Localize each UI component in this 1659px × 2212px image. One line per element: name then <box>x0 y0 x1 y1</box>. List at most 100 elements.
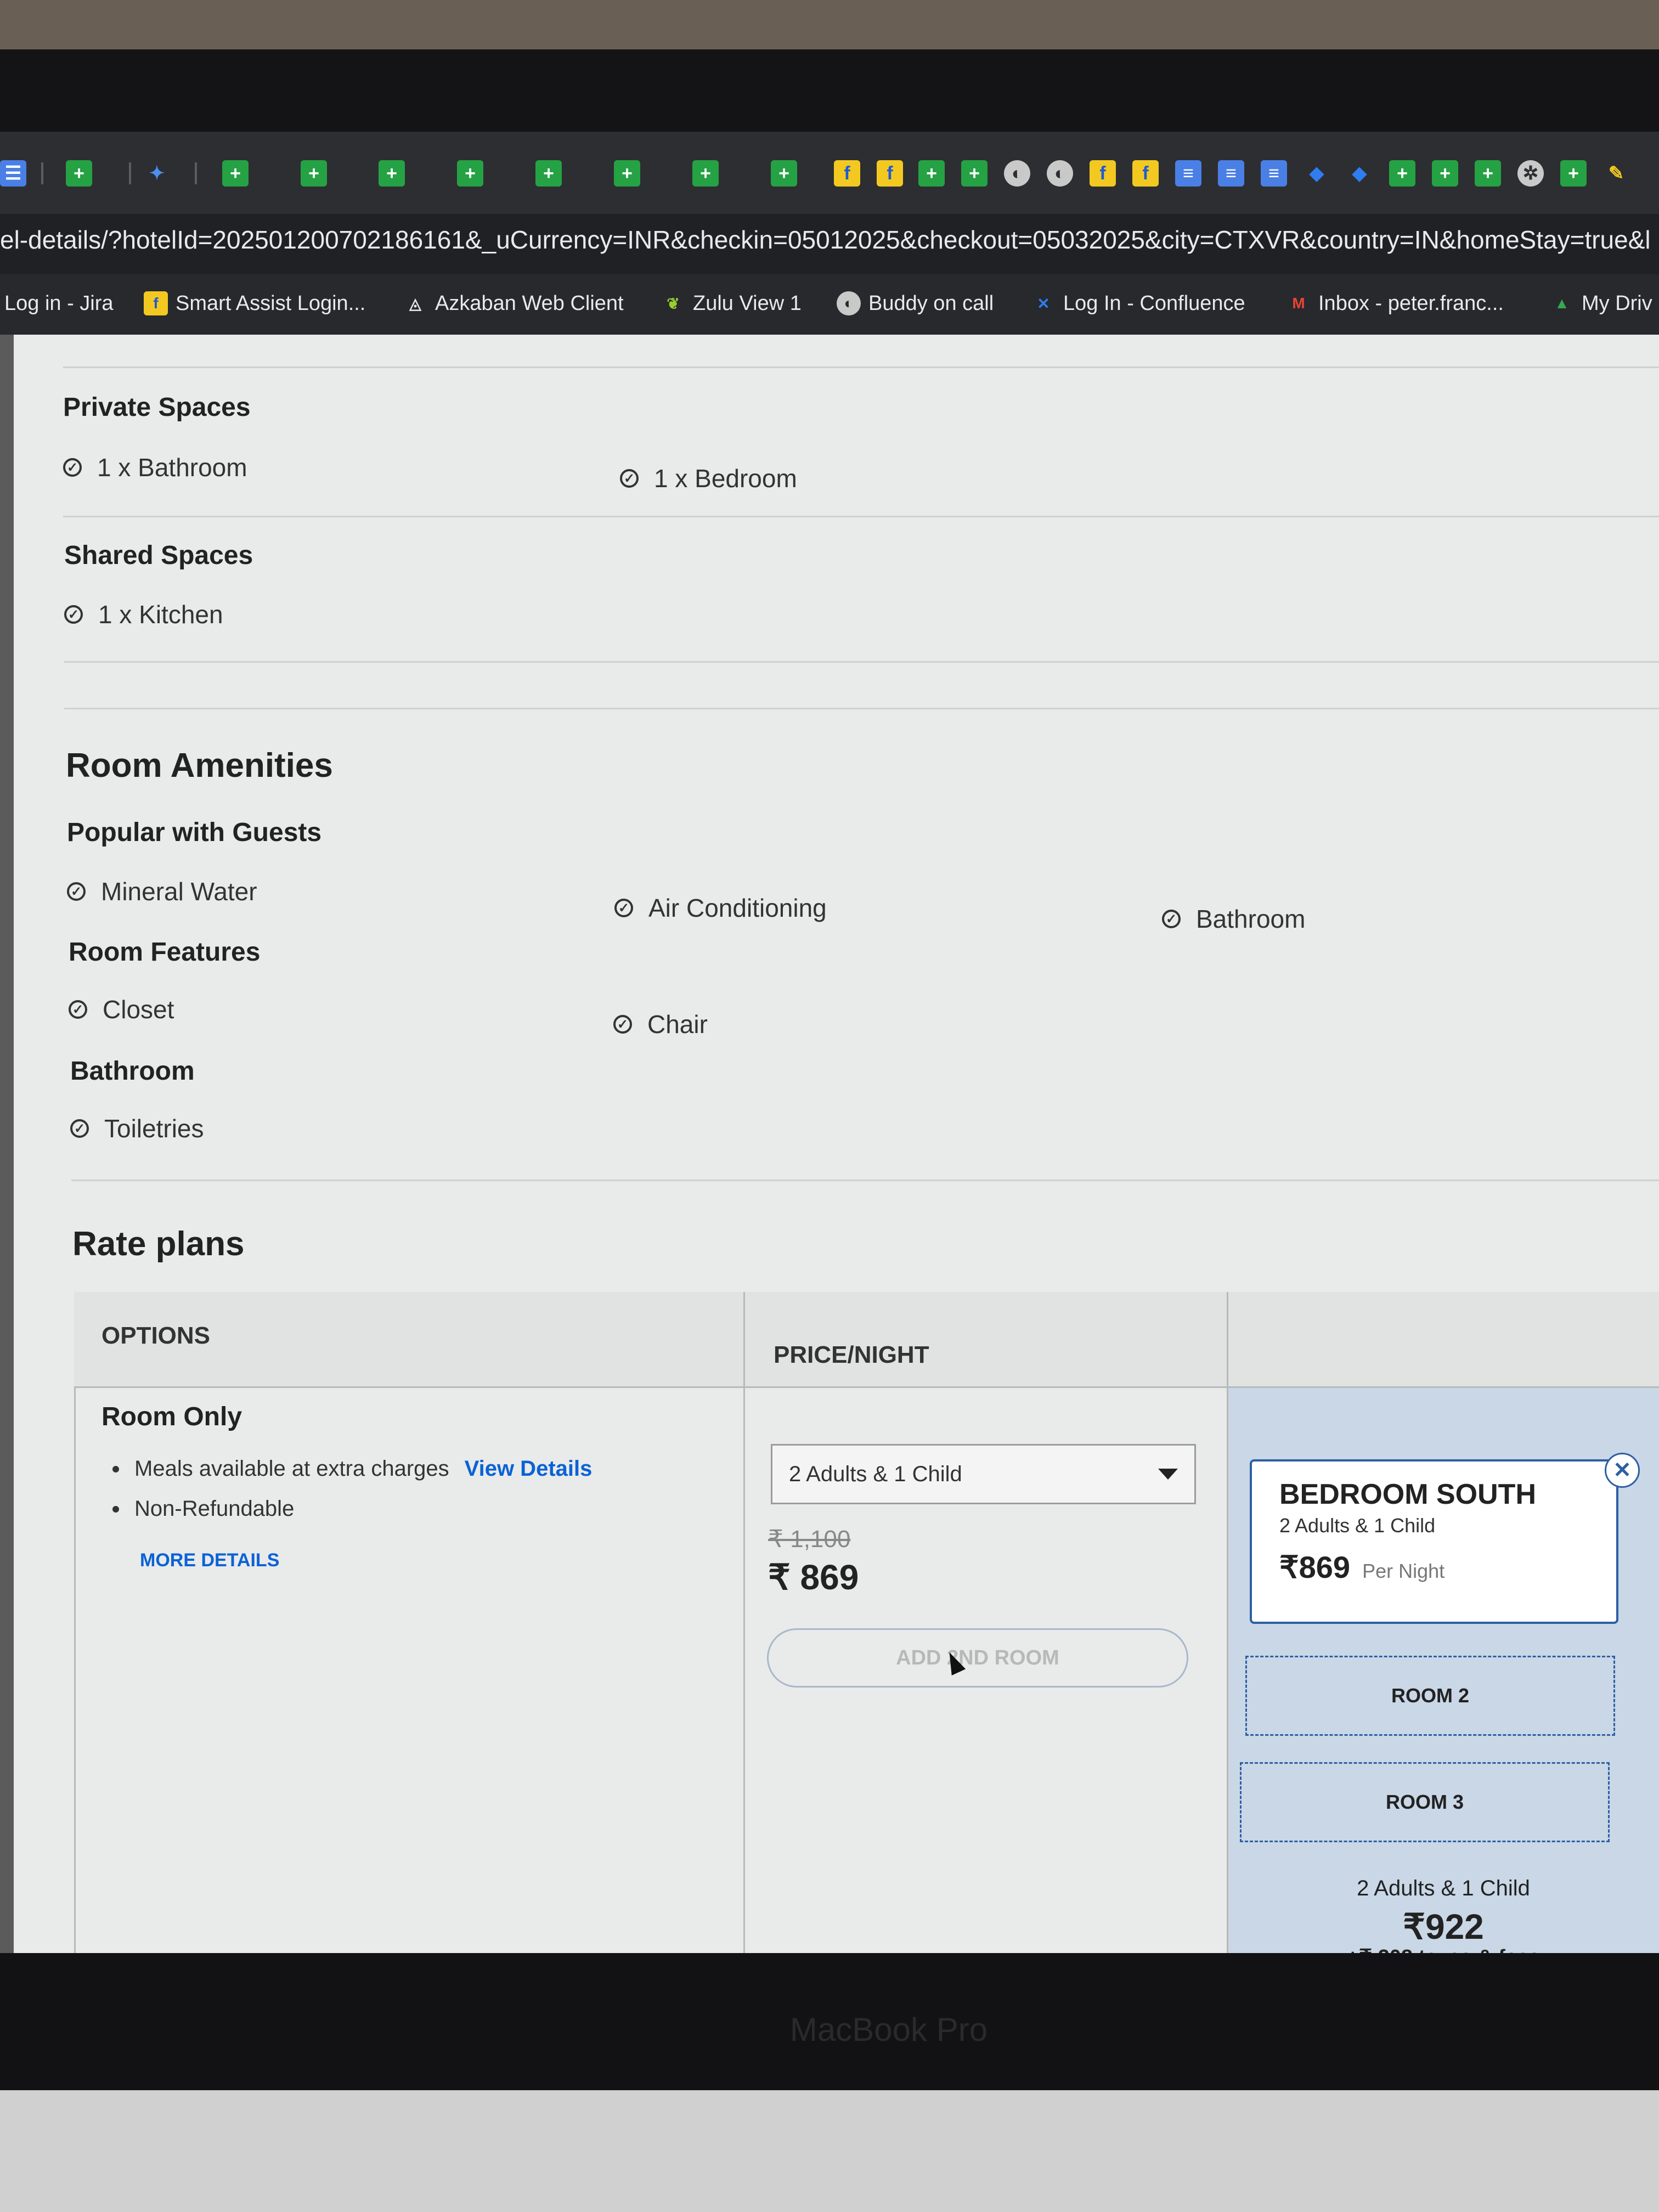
private-spaces-title: Private Spaces <box>63 393 251 422</box>
list-item: ✓ Toiletries <box>70 1114 204 1143</box>
divider <box>63 366 1659 368</box>
list-item: ✓ 1 x Bathroom <box>63 453 247 482</box>
selected-room-card: BEDROOM SOUTH 2 Adults & 1 Child ₹869 Pe… <box>1250 1459 1618 1624</box>
toolbar-separator <box>195 162 197 184</box>
jira-icon[interactable]: ◆ <box>1346 160 1373 187</box>
docs-icon[interactable]: ≡ <box>1218 160 1244 187</box>
more-details-link[interactable]: MORE DETAILS <box>140 1550 279 1571</box>
check-circle-icon: ✓ <box>69 1000 87 1019</box>
check-circle-icon: ✓ <box>70 1119 89 1138</box>
url-text[interactable]: el-details/?hotelId=202501200702186161&_… <box>0 225 1659 263</box>
list-item: ✓ Bathroom <box>1162 904 1305 934</box>
left-panel-edge <box>0 335 14 1953</box>
list-item: ✓ 1 x Kitchen <box>64 600 223 629</box>
bookmark-label: Inbox - peter.franc... <box>1318 291 1504 315</box>
flipkart-icon[interactable]: f <box>834 160 860 187</box>
sheets-icon[interactable]: + <box>1560 160 1587 187</box>
laptop-label: MacBook Pro <box>789 2011 988 2048</box>
divider <box>64 661 1659 663</box>
bullet-dot <box>112 1505 119 1513</box>
bookmark-confluence[interactable]: ✕ Log In - Confluence <box>1031 290 1245 317</box>
sheets-icon[interactable]: + <box>961 160 988 187</box>
view-details-link[interactable]: View Details <box>465 1457 592 1481</box>
bookmark-jira[interactable]: Log in - Jira <box>4 290 114 317</box>
sheets-icon[interactable]: + <box>918 160 945 187</box>
flipkart-icon[interactable]: f <box>1132 160 1159 187</box>
room-3-slot[interactable]: ROOM 3 <box>1240 1762 1610 1842</box>
occupancy-value: 2 Adults & 1 Child <box>789 1462 962 1486</box>
divider <box>64 708 1659 709</box>
smart-assist-icon: f <box>144 291 168 315</box>
add-second-room-button[interactable]: ADD 2ND ROOM <box>767 1628 1188 1688</box>
menu-icon[interactable]: ☰ <box>0 160 26 187</box>
bookmark-zulu[interactable]: ❦ Zulu View 1 <box>661 290 802 317</box>
confluence-icon: ✕ <box>1037 295 1050 312</box>
bookmark-inbox[interactable]: M Inbox - peter.franc... <box>1286 290 1504 317</box>
check-circle-icon: ✓ <box>64 605 83 624</box>
amenity-group-title: Bathroom <box>70 1057 195 1086</box>
summary-total-price: ₹922 <box>1403 1907 1484 1946</box>
occupancy-select[interactable]: 2 Adults & 1 Child <box>771 1444 1196 1504</box>
room-2-slot[interactable]: ROOM 2 <box>1245 1656 1615 1736</box>
sheets-icon[interactable]: + <box>1475 160 1501 187</box>
table-header-row <box>74 1292 1659 1388</box>
screen-bezel-top <box>0 49 1659 132</box>
check-circle-icon: ✓ <box>63 458 82 477</box>
column-divider <box>1227 1292 1228 1953</box>
bookmark-label: Buddy on call <box>868 291 994 315</box>
list-item: ✓ Air Conditioning <box>614 893 827 923</box>
sheets-icon[interactable]: + <box>1389 160 1415 187</box>
room-price-line: ₹869 Per Night <box>1279 1549 1589 1585</box>
divider <box>63 516 1659 517</box>
caret-down-icon <box>1158 1469 1178 1480</box>
room-price: ₹869 <box>1279 1550 1351 1584</box>
bookmark-buddy[interactable]: ◐ Buddy on call <box>837 290 994 317</box>
bookmark-label: Azkaban Web Client <box>435 291 624 315</box>
bookmark-azkaban[interactable]: ◬ Azkaban Web Client <box>403 290 624 317</box>
flipkart-icon[interactable]: f <box>877 160 903 187</box>
sheets-icon[interactable]: + <box>301 160 327 187</box>
sheets-icon[interactable]: + <box>222 160 249 187</box>
flipkart-icon[interactable]: f <box>1090 160 1116 187</box>
price-night-header: PRICE/NIGHT <box>774 1341 929 1368</box>
summary-occupancy: 2 Adults & 1 Child <box>1357 1876 1530 1900</box>
list-item: ✓ Chair <box>613 1009 708 1039</box>
bookmark-smart-assist[interactable]: f Smart Assist Login... <box>144 290 365 317</box>
amenity-group-title: Room Features <box>69 938 261 967</box>
sheets-icon[interactable]: + <box>692 160 719 187</box>
openai-icon[interactable]: ✲ <box>1517 160 1544 187</box>
drive-icon: ▲ <box>1554 295 1570 312</box>
room-amenities-title: Room Amenities <box>66 747 333 785</box>
brush-icon[interactable]: ✎ <box>1603 160 1629 187</box>
sheets-icon[interactable]: + <box>614 160 640 187</box>
rate-plan-bullet: Meals available at extra charges View De… <box>112 1457 592 1481</box>
close-icon[interactable]: ✕ <box>1605 1453 1640 1488</box>
sheets-icon[interactable]: + <box>66 160 92 187</box>
globe-icon: ◐ <box>837 291 861 315</box>
bookmark-label: My Driv <box>1582 291 1652 315</box>
background-top <box>0 0 1659 49</box>
toolbar-separator <box>129 162 131 184</box>
sparkle-icon[interactable]: ✦ <box>144 160 170 187</box>
bookmark-label: Log in - Jira <box>4 291 114 315</box>
options-header: OPTIONS <box>101 1322 211 1349</box>
docs-icon[interactable]: ≡ <box>1175 160 1201 187</box>
sheets-icon[interactable]: + <box>379 160 405 187</box>
globe-icon[interactable]: ◐ <box>1047 160 1073 187</box>
jira-icon[interactable]: ◆ <box>1304 160 1330 187</box>
list-item: ✓ 1 x Bedroom <box>620 464 797 493</box>
rate-plans-title: Rate plans <box>72 1225 245 1263</box>
docs-icon[interactable]: ≡ <box>1261 160 1287 187</box>
bookmark-drive[interactable]: ▲ My Driv <box>1550 290 1652 317</box>
leaf-icon: ❦ <box>667 295 680 312</box>
bookmark-label: Zulu View 1 <box>693 291 802 315</box>
toolbar-separator <box>41 162 43 184</box>
globe-icon[interactable]: ◐ <box>1004 160 1030 187</box>
azkaban-icon: ◬ <box>409 295 421 312</box>
sheets-icon[interactable]: + <box>771 160 797 187</box>
sheets-icon[interactable]: + <box>457 160 483 187</box>
check-circle-icon: ✓ <box>620 469 639 488</box>
sheets-icon[interactable]: + <box>535 160 562 187</box>
shared-spaces-title: Shared Spaces <box>64 541 253 570</box>
sheets-icon[interactable]: + <box>1432 160 1458 187</box>
